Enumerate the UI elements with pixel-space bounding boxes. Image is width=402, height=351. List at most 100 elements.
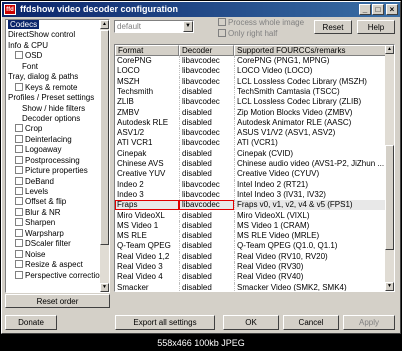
decoder-cell[interactable]: disabled: [179, 272, 234, 283]
filter-checkbox[interactable]: [15, 197, 23, 206]
table-row[interactable]: MS RLE disabled MS RLE Video (MRLE): [115, 231, 387, 242]
column-header-decoder[interactable]: Decoder: [179, 45, 234, 56]
filter-checkbox[interactable]: [15, 228, 23, 237]
decoder-cell[interactable]: libavcodec: [179, 200, 234, 211]
tree-item[interactable]: Sharpen: [6, 218, 102, 228]
tree-item[interactable]: Noise: [6, 249, 102, 260]
decoder-cell[interactable]: disabled: [179, 251, 234, 262]
column-header-remarks[interactable]: Supported FOURCCs/remarks: [234, 45, 387, 56]
tree-item[interactable]: Levels: [6, 187, 102, 197]
decoder-cell[interactable]: libavcodec: [179, 66, 234, 77]
decoder-cell[interactable]: libavcodec: [179, 179, 234, 190]
table-row[interactable]: Smacker disabled Smacker Video (SMK2, SMK4…: [115, 282, 387, 291]
table-row[interactable]: ASV1/2 libavcodec ASUS V1/V2 (ASV1, ASV2): [115, 128, 387, 139]
tree-scroll-thumb[interactable]: [100, 30, 109, 245]
table-scroll-thumb[interactable]: [385, 145, 394, 250]
only-right-half-checkbox[interactable]: Only right half: [218, 29, 277, 38]
table-row[interactable]: MSZH libavcodec LCL Lossless Codec Library…: [115, 76, 387, 87]
tree-item[interactable]: DirectShow control: [6, 30, 102, 40]
tree-item[interactable]: Font: [6, 62, 102, 72]
decoder-cell[interactable]: libavcodec: [179, 76, 234, 87]
filter-checkbox[interactable]: [15, 155, 23, 164]
tree-item[interactable]: Picture properties: [6, 166, 102, 176]
tree-item[interactable]: Offset & flip: [6, 197, 102, 207]
filter-checkbox[interactable]: [15, 249, 23, 258]
chevron-down-icon[interactable]: ▼: [183, 21, 193, 32]
tree-item[interactable]: Logoaway: [6, 145, 102, 155]
table-row[interactable]: Cinepak disabled Cinepak (CVID): [115, 148, 387, 159]
filter-checkbox[interactable]: [15, 239, 23, 248]
tree-item[interactable]: Show / hide filters: [6, 104, 102, 114]
decoder-cell[interactable]: disabled: [179, 262, 234, 273]
tree-item[interactable]: Postprocessing: [6, 155, 102, 166]
table-row[interactable]: Creative YUV disabled Creative Video (CYUV…: [115, 169, 387, 180]
table-row[interactable]: Techsmith disabled TechSmith Camtasia (TSC…: [115, 86, 387, 98]
filter-checkbox[interactable]: [15, 134, 23, 143]
tree-item[interactable]: Info & CPU: [6, 41, 102, 51]
filter-checkbox[interactable]: [15, 51, 23, 60]
table-row[interactable]: ZMBV disabled Zip Motion Blocks Video (ZMB…: [115, 107, 387, 118]
decoder-cell[interactable]: disabled: [179, 107, 234, 118]
table-row[interactable]: ZLIB libavcodec LCL Lossless Codec Library…: [115, 97, 387, 108]
scroll-up-arrow-icon[interactable]: ▲: [385, 45, 394, 54]
decoder-cell[interactable]: disabled: [179, 169, 234, 180]
filter-checkbox[interactable]: [15, 207, 23, 216]
tree-item[interactable]: Resize & aspect: [6, 260, 102, 270]
tree-item[interactable]: Tray, dialog & paths: [6, 72, 102, 82]
table-row[interactable]: Indeo 2 libavcodec Intel Indeo 2 (RT21): [115, 179, 387, 190]
preset-dropdown[interactable]: default ▼: [114, 20, 194, 33]
tree-item[interactable]: DScaler filter: [6, 239, 102, 249]
table-row[interactable]: Real Video 1,2 disabled Real Video (RV10, …: [115, 251, 387, 262]
table-row[interactable]: ATI VCR1 libavcodec ATI (VCR1): [115, 138, 387, 149]
tree-item[interactable]: OSD: [6, 51, 102, 61]
filter-checkbox[interactable]: [15, 145, 23, 154]
table-row[interactable]: Autodesk RLE disabled Autodesk Animator RL…: [115, 117, 387, 129]
reset-order-button[interactable]: Reset order: [5, 294, 110, 308]
decoder-cell[interactable]: libavcodec: [179, 56, 234, 67]
process-whole-image-checkbox[interactable]: Process whole image: [218, 18, 304, 27]
filter-checkbox[interactable]: [15, 176, 23, 185]
help-button[interactable]: Help: [357, 20, 395, 34]
decoder-cell[interactable]: disabled: [179, 220, 234, 232]
table-row[interactable]: LOCO libavcodec LOCO Video (LOCO): [115, 66, 387, 77]
minimize-icon[interactable]: _: [359, 4, 371, 15]
codecs-table[interactable]: Format Decoder Supported FOURCCs/remarks…: [114, 44, 395, 292]
decoder-cell[interactable]: libavcodec: [179, 97, 234, 108]
filter-checkbox[interactable]: [15, 218, 23, 227]
table-row[interactable]: Indeo 3 libavcodec Intel Indeo 3 (IV31, IV…: [115, 189, 387, 201]
tree-item[interactable]: Keys & remote: [6, 82, 102, 93]
filter-checkbox[interactable]: [15, 124, 23, 133]
table-row[interactable]: Chinese AVS disabled Chinese audio video (…: [115, 159, 387, 170]
decoder-cell[interactable]: disabled: [179, 148, 234, 159]
cancel-button[interactable]: Cancel: [283, 315, 339, 330]
decoder-cell[interactable]: disabled: [179, 159, 234, 170]
tree-item[interactable]: Codecs: [6, 20, 102, 30]
table-row[interactable]: CorePNG libavcodec CorePNG (PNG1, MPNG): [115, 56, 387, 67]
tree-item[interactable]: DeBand: [6, 176, 102, 187]
scroll-down-arrow-icon[interactable]: ▼: [385, 282, 394, 291]
close-icon[interactable]: ×: [386, 4, 398, 15]
reset-button[interactable]: Reset: [314, 20, 352, 34]
tree-item[interactable]: Warpsharp: [6, 228, 102, 239]
tree-item[interactable]: Profiles / Preset settings: [6, 93, 102, 103]
ok-button[interactable]: OK: [223, 315, 279, 330]
tree-item[interactable]: Blur & NR: [6, 207, 102, 218]
donate-button[interactable]: Donate: [5, 315, 57, 330]
export-settings-button[interactable]: Export all settings: [115, 315, 215, 330]
decoder-cell[interactable]: disabled: [179, 117, 234, 129]
title-bar[interactable]: ffd ffdshow video decoder configuration …: [2, 2, 400, 17]
table-row[interactable]: Fraps libavcodec Fraps v0, v1, v2, v4 & v5…: [115, 200, 387, 211]
decoder-cell[interactable]: disabled: [179, 86, 234, 98]
maximize-icon[interactable]: □: [372, 4, 384, 15]
decoder-cell[interactable]: disabled: [179, 210, 234, 221]
table-scrollbar[interactable]: ▲ ▼: [385, 45, 394, 291]
filter-checkbox[interactable]: [15, 82, 23, 91]
apply-button[interactable]: Apply: [343, 315, 395, 330]
decoder-cell[interactable]: libavcodec: [179, 189, 234, 201]
filter-checkbox[interactable]: [15, 260, 23, 269]
table-row[interactable]: Real Video 3 disabled Real Video (RV30): [115, 262, 387, 273]
table-row[interactable]: Real Video 4 disabled Real Video (RV40): [115, 272, 387, 283]
table-row[interactable]: Miro VideoXL disabled Miro VideoXL (VIXL): [115, 210, 387, 221]
tree-scrollbar[interactable]: ▲ ▼: [100, 20, 109, 292]
column-header-format[interactable]: Format: [115, 45, 179, 56]
